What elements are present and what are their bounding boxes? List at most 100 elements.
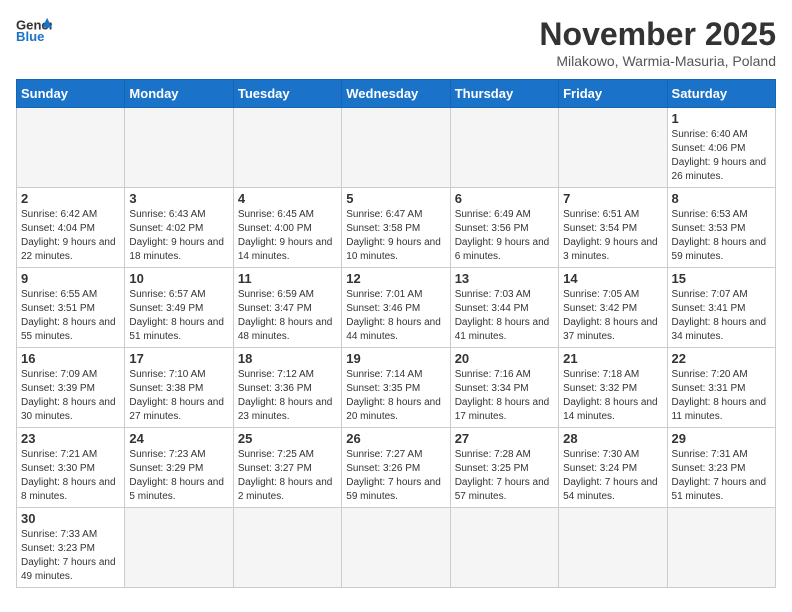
table-row: 15 Sunrise: 7:07 AM Sunset: 3:41 PM Dayli… (667, 268, 775, 348)
table-row: 11Sunrise: 6:59 AM Sunset: 3:47 PM Dayli… (233, 268, 341, 348)
day-info: Sunrise: 7:25 AM Sunset: 3:27 PM Dayligh… (238, 448, 337, 504)
table-row (342, 508, 450, 588)
table-row: 8 Sunrise: 6:53 AM Sunset: 3:53 PM Daylig… (667, 188, 775, 268)
table-row (559, 508, 667, 588)
month-title: November 2025 (539, 16, 776, 53)
table-row: 7Sunrise: 6:51 AM Sunset: 3:54 PM Daylig… (559, 188, 667, 268)
table-row (342, 108, 450, 188)
table-row: 5 Sunrise: 6:47 AM Sunset: 3:58 PM Daylig… (342, 188, 450, 268)
day-number: 14 (563, 271, 662, 286)
day-info: Sunrise: 7:12 AM Sunset: 3:36 PM Dayligh… (238, 368, 337, 424)
table-row: 19 Sunrise: 7:14 AM Sunset: 3:35 PM Dayli… (342, 348, 450, 428)
day-number: 24 (129, 431, 228, 446)
calendar-row: 9 Sunrise: 6:55 AM Sunset: 3:51 PM Daylig… (17, 268, 776, 348)
table-row: 24 Sunrise: 7:23 AM Sunset: 3:29 PM Dayli… (125, 428, 233, 508)
table-row (233, 108, 341, 188)
day-info: Sunrise: 7:31 AM Sunset: 3:23 PM Dayligh… (672, 448, 771, 504)
day-info: Sunrise: 6:42 AM Sunset: 4:04 PM Dayligh… (21, 208, 120, 264)
day-info: Sunrise: 7:30 AM Sunset: 3:24 PM Dayligh… (563, 448, 662, 504)
day-number: 17 (129, 351, 228, 366)
day-info: Sunrise: 7:33 AM Sunset: 3:23 PM Dayligh… (21, 528, 120, 584)
header-monday: Monday (125, 80, 233, 108)
table-row: 26Sunrise: 7:27 AM Sunset: 3:26 PM Dayli… (342, 428, 450, 508)
day-number: 11 (238, 271, 337, 286)
day-info: Sunrise: 7:21 AM Sunset: 3:30 PM Dayligh… (21, 448, 120, 504)
table-row: 20Sunrise: 7:16 AM Sunset: 3:34 PM Dayli… (450, 348, 558, 428)
day-number: 15 (672, 271, 771, 286)
day-number: 18 (238, 351, 337, 366)
day-number: 12 (346, 271, 445, 286)
weekday-header-row: Sunday Monday Tuesday Wednesday Thursday… (17, 80, 776, 108)
day-info: Sunrise: 6:51 AM Sunset: 3:54 PM Dayligh… (563, 208, 662, 264)
day-number: 4 (238, 191, 337, 206)
day-info: Sunrise: 6:55 AM Sunset: 3:51 PM Dayligh… (21, 288, 120, 344)
day-info: Sunrise: 7:28 AM Sunset: 3:25 PM Dayligh… (455, 448, 554, 504)
day-number: 23 (21, 431, 120, 446)
day-number: 30 (21, 511, 120, 526)
table-row (125, 508, 233, 588)
calendar-row: 23 Sunrise: 7:21 AM Sunset: 3:30 PM Dayli… (17, 428, 776, 508)
day-info: Sunrise: 7:14 AM Sunset: 3:35 PM Dayligh… (346, 368, 445, 424)
day-number: 1 (672, 111, 771, 126)
table-row: 13Sunrise: 7:03 AM Sunset: 3:44 PM Dayli… (450, 268, 558, 348)
day-info: Sunrise: 7:27 AM Sunset: 3:26 PM Dayligh… (346, 448, 445, 504)
table-row (559, 108, 667, 188)
day-info: Sunrise: 6:53 AM Sunset: 3:53 PM Dayligh… (672, 208, 771, 264)
day-number: 8 (672, 191, 771, 206)
table-row (233, 508, 341, 588)
logo: General Blue (16, 16, 52, 46)
day-info: Sunrise: 7:23 AM Sunset: 3:29 PM Dayligh… (129, 448, 228, 504)
calendar-row: 1 Sunrise: 6:40 AM Sunset: 4:06 PM Daylig… (17, 108, 776, 188)
day-info: Sunrise: 7:07 AM Sunset: 3:41 PM Dayligh… (672, 288, 771, 344)
day-number: 19 (346, 351, 445, 366)
day-number: 28 (563, 431, 662, 446)
table-row: 25 Sunrise: 7:25 AM Sunset: 3:27 PM Dayli… (233, 428, 341, 508)
table-row: 29 Sunrise: 7:31 AM Sunset: 3:23 PM Dayli… (667, 428, 775, 508)
day-info: Sunrise: 7:09 AM Sunset: 3:39 PM Dayligh… (21, 368, 120, 424)
day-info: Sunrise: 6:43 AM Sunset: 4:02 PM Dayligh… (129, 208, 228, 264)
table-row: 14 Sunrise: 7:05 AM Sunset: 3:42 PM Dayli… (559, 268, 667, 348)
table-row (17, 108, 125, 188)
table-row: 30 Sunrise: 7:33 AM Sunset: 3:23 PM Dayli… (17, 508, 125, 588)
title-block: November 2025 Milakowo, Warmia-Masuria, … (539, 16, 776, 69)
day-info: Sunrise: 7:05 AM Sunset: 3:42 PM Dayligh… (563, 288, 662, 344)
table-row: 9 Sunrise: 6:55 AM Sunset: 3:51 PM Daylig… (17, 268, 125, 348)
table-row: 10 Sunrise: 6:57 AM Sunset: 3:49 PM Dayli… (125, 268, 233, 348)
day-info: Sunrise: 6:40 AM Sunset: 4:06 PM Dayligh… (672, 128, 771, 184)
day-number: 10 (129, 271, 228, 286)
calendar-row: 2 Sunrise: 6:42 AM Sunset: 4:04 PM Daylig… (17, 188, 776, 268)
svg-text:Blue: Blue (16, 29, 44, 44)
day-info: Sunrise: 7:01 AM Sunset: 3:46 PM Dayligh… (346, 288, 445, 344)
day-info: Sunrise: 6:47 AM Sunset: 3:58 PM Dayligh… (346, 208, 445, 264)
day-number: 29 (672, 431, 771, 446)
day-info: Sunrise: 7:20 AM Sunset: 3:31 PM Dayligh… (672, 368, 771, 424)
table-row (667, 508, 775, 588)
day-info: Sunrise: 6:57 AM Sunset: 3:49 PM Dayligh… (129, 288, 228, 344)
day-number: 27 (455, 431, 554, 446)
calendar-row: 16Sunrise: 7:09 AM Sunset: 3:39 PM Dayli… (17, 348, 776, 428)
day-info: Sunrise: 6:45 AM Sunset: 4:00 PM Dayligh… (238, 208, 337, 264)
table-row: 2 Sunrise: 6:42 AM Sunset: 4:04 PM Daylig… (17, 188, 125, 268)
table-row (450, 108, 558, 188)
day-number: 5 (346, 191, 445, 206)
calendar-row: 30 Sunrise: 7:33 AM Sunset: 3:23 PM Dayli… (17, 508, 776, 588)
table-row: 18 Sunrise: 7:12 AM Sunset: 3:36 PM Dayli… (233, 348, 341, 428)
day-number: 25 (238, 431, 337, 446)
calendar-table: Sunday Monday Tuesday Wednesday Thursday… (16, 79, 776, 588)
table-row: 22Sunrise: 7:20 AM Sunset: 3:31 PM Dayli… (667, 348, 775, 428)
day-number: 21 (563, 351, 662, 366)
table-row: 6Sunrise: 6:49 AM Sunset: 3:56 PM Daylig… (450, 188, 558, 268)
header-friday: Friday (559, 80, 667, 108)
day-number: 9 (21, 271, 120, 286)
table-row: 16Sunrise: 7:09 AM Sunset: 3:39 PM Dayli… (17, 348, 125, 428)
table-row (450, 508, 558, 588)
day-number: 20 (455, 351, 554, 366)
table-row: 3 Sunrise: 6:43 AM Sunset: 4:02 PM Daylig… (125, 188, 233, 268)
header-wednesday: Wednesday (342, 80, 450, 108)
location: Milakowo, Warmia-Masuria, Poland (539, 53, 776, 69)
day-number: 2 (21, 191, 120, 206)
page-header: General Blue November 2025 Milakowo, War… (16, 16, 776, 69)
day-number: 3 (129, 191, 228, 206)
table-row: 17Sunrise: 7:10 AM Sunset: 3:38 PM Dayli… (125, 348, 233, 428)
table-row (125, 108, 233, 188)
